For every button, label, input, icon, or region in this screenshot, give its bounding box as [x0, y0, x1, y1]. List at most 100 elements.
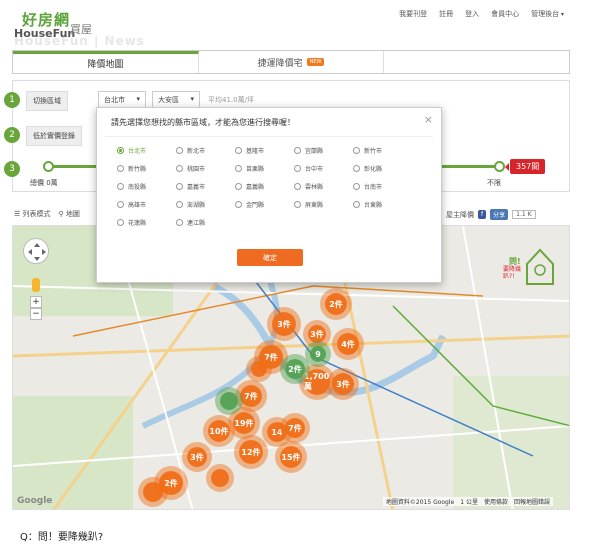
- google-logo: Google: [17, 496, 53, 506]
- confirm-button[interactable]: 確定: [237, 249, 303, 266]
- map-cluster-marker[interactable]: 7件: [240, 385, 262, 407]
- map-cluster-marker[interactable]: 14: [267, 422, 287, 442]
- city-label: 新竹縣: [128, 166, 147, 173]
- map-cluster-marker[interactable]: [211, 469, 229, 487]
- city-option[interactable]: 台北市: [117, 146, 176, 155]
- new-badge: NEW: [306, 58, 325, 66]
- view-toolbar: ☰ 列表模式 ⚲ 地圖: [14, 209, 80, 219]
- nav-register[interactable]: 註冊: [439, 9, 453, 19]
- radio-icon[interactable]: [117, 165, 124, 172]
- map-cluster-marker[interactable]: 15件: [280, 446, 302, 468]
- city-option[interactable]: 台南市: [353, 182, 412, 191]
- nav-login[interactable]: 登入: [465, 9, 479, 19]
- radio-icon[interactable]: [353, 183, 360, 190]
- city-option[interactable]: 嘉義市: [176, 182, 235, 191]
- map-cluster-marker[interactable]: 3件: [332, 373, 354, 395]
- city-option[interactable]: 澎湖縣: [176, 200, 235, 209]
- nav-post-listing[interactable]: 我要刊登: [399, 9, 427, 19]
- radio-icon[interactable]: [176, 147, 183, 154]
- below-real-price-label: 低於實價登錄: [26, 126, 82, 146]
- city-option[interactable]: 新北市: [176, 146, 235, 155]
- map-cluster-marker[interactable]: 4件: [337, 333, 359, 355]
- radio-icon[interactable]: [117, 183, 124, 190]
- map-cluster-marker[interactable]: 12件: [239, 440, 263, 464]
- radio-icon[interactable]: [117, 147, 124, 154]
- owner-price-drop-hint: 屋主降價: [446, 210, 474, 219]
- radio-icon[interactable]: [235, 165, 242, 172]
- radio-icon[interactable]: [294, 183, 301, 190]
- pan-control[interactable]: [23, 238, 49, 264]
- city-option[interactable]: 彰化縣: [353, 164, 412, 173]
- ask-discount-badge[interactable]: 問! 要降幾趴?!: [503, 244, 557, 292]
- price-slider-max-handle[interactable]: [494, 161, 505, 172]
- city-option[interactable]: 台東縣: [353, 200, 412, 209]
- map-cluster-marker[interactable]: 3件: [308, 325, 326, 343]
- radio-icon[interactable]: [117, 219, 124, 226]
- city-option[interactable]: 台中市: [294, 164, 353, 173]
- city-option[interactable]: 宜蘭縣: [294, 146, 353, 155]
- facebook-icon[interactable]: f: [478, 210, 487, 219]
- report-error-link[interactable]: 回報地圖錯誤: [514, 497, 550, 506]
- terms-link[interactable]: 使用條款: [484, 497, 508, 506]
- map-mode-button[interactable]: ⚲ 地圖: [59, 209, 80, 219]
- zoom-in-button[interactable]: +: [30, 296, 42, 308]
- city-option[interactable]: 雲林縣: [294, 182, 353, 191]
- map-cluster-marker[interactable]: [251, 361, 267, 377]
- city-option[interactable]: 金門縣: [235, 200, 294, 209]
- radio-icon[interactable]: [235, 183, 242, 190]
- city-option[interactable]: 屏東縣: [294, 200, 353, 209]
- section-title: 買屋: [70, 23, 92, 36]
- city-option[interactable]: 高雄市: [117, 200, 176, 209]
- city-option[interactable]: 基隆市: [235, 146, 294, 155]
- radio-icon[interactable]: [294, 147, 301, 154]
- radio-icon[interactable]: [353, 147, 360, 154]
- radio-icon[interactable]: [294, 201, 301, 208]
- map-cluster-marker[interactable]: 2件: [285, 359, 305, 379]
- radio-icon[interactable]: [176, 219, 183, 226]
- map-cluster-marker[interactable]: 3件: [187, 447, 207, 467]
- city-label: 南投縣: [128, 184, 147, 191]
- nav-admin[interactable]: 管理後台: [531, 9, 564, 19]
- share-button[interactable]: 分享: [490, 209, 509, 220]
- street-view-icon[interactable]: [32, 278, 40, 292]
- city-option[interactable]: 新竹市: [353, 146, 412, 155]
- city-option[interactable]: 嘉義縣: [235, 182, 294, 191]
- map-cluster-marker[interactable]: 2件: [325, 293, 347, 315]
- map-cluster-marker[interactable]: [143, 482, 163, 502]
- tab-mrt-price-drop[interactable]: 捷運降價宅 NEW: [199, 51, 385, 73]
- radio-icon[interactable]: [176, 165, 183, 172]
- share-count: 1.1 K: [512, 210, 536, 219]
- city-option[interactable]: 連江縣: [176, 218, 235, 227]
- map-cluster-marker[interactable]: 19件: [233, 412, 255, 434]
- map-cluster-marker[interactable]: 1,700萬: [304, 369, 330, 395]
- city-option[interactable]: 新竹縣: [117, 164, 176, 173]
- switch-area-label: 切換區域: [26, 91, 68, 111]
- zoom-out-button[interactable]: −: [30, 308, 42, 320]
- radio-icon[interactable]: [176, 201, 183, 208]
- city-option[interactable]: 桃園市: [176, 164, 235, 173]
- map-cluster-marker[interactable]: 3件: [272, 312, 296, 336]
- city-label: 高雄市: [128, 202, 147, 209]
- city-label: 苗栗縣: [246, 166, 265, 173]
- radio-icon[interactable]: [294, 165, 301, 172]
- radio-icon[interactable]: [235, 201, 242, 208]
- map-cluster-marker[interactable]: 10件: [208, 420, 230, 442]
- city-option[interactable]: 花蓮縣: [117, 218, 176, 227]
- map-cluster-marker[interactable]: 9: [310, 346, 326, 362]
- list-mode-button[interactable]: ☰ 列表模式: [14, 209, 51, 219]
- map-cluster-marker[interactable]: 7件: [285, 418, 305, 438]
- radio-icon[interactable]: [353, 201, 360, 208]
- close-icon[interactable]: ×: [424, 113, 433, 126]
- radio-icon[interactable]: [117, 201, 124, 208]
- tab-price-drop-map[interactable]: 降價地圖: [13, 51, 199, 73]
- price-slider-min-handle[interactable]: [43, 161, 54, 172]
- radio-icon[interactable]: [353, 165, 360, 172]
- radio-icon[interactable]: [235, 147, 242, 154]
- city-option[interactable]: 南投縣: [117, 182, 176, 191]
- radio-icon[interactable]: [176, 183, 183, 190]
- map-cluster-marker[interactable]: [220, 392, 238, 410]
- nav-member-center[interactable]: 會員中心: [491, 9, 519, 19]
- city-label: 花蓮縣: [128, 220, 147, 227]
- city-option[interactable]: 苗栗縣: [235, 164, 294, 173]
- tab-empty[interactable]: [384, 51, 569, 73]
